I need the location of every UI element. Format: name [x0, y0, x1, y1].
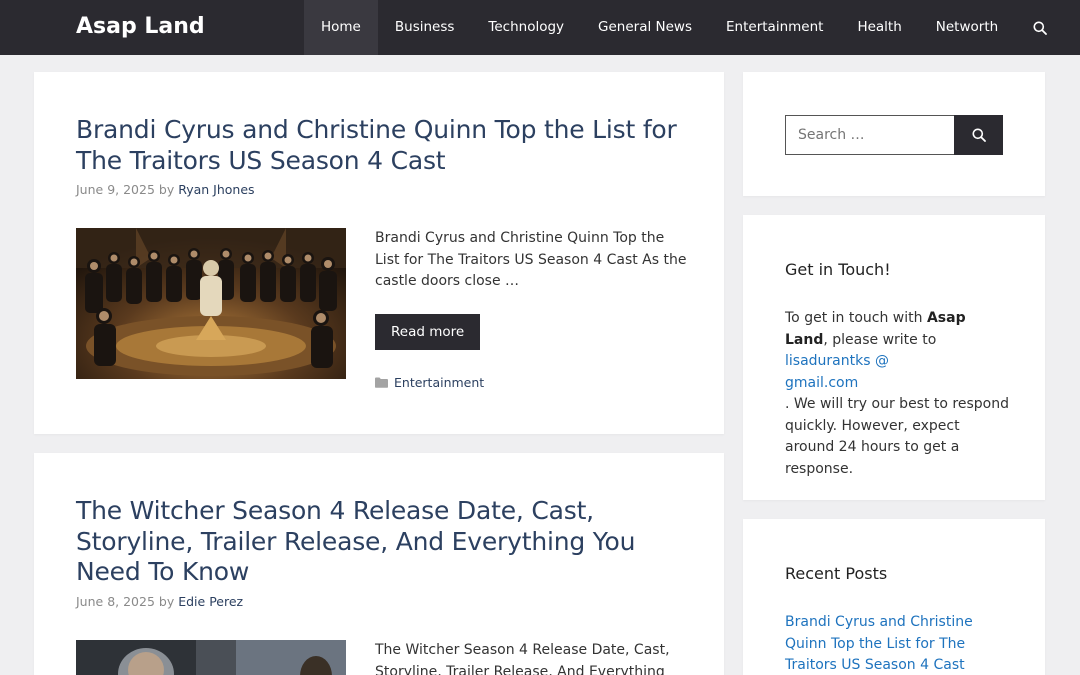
search-form [785, 115, 1003, 155]
post-card: Brandi Cyrus and Christine Quinn Top the… [34, 72, 724, 434]
nav-item-networth[interactable]: Networth [919, 0, 1015, 55]
contact-email-link[interactable]: lisadurantks @ gmail.com [785, 353, 889, 391]
contact-text: To get in touch with Asap Land, please w… [785, 308, 1010, 480]
recent-posts-widget: Recent Posts Brandi Cyrus and Christine … [743, 519, 1045, 675]
post-title-line: Need To Know [76, 557, 250, 586]
post-by: by [158, 594, 175, 609]
post-excerpt: The Witcher Season 4 Release Date, Cast,… [375, 642, 670, 675]
folder-icon [375, 377, 388, 388]
nav-item-home[interactable]: Home [304, 0, 378, 55]
recent-post-link[interactable]: Brandi Cyrus and Christine Quinn Top the… [785, 612, 990, 675]
nav-search-button[interactable] [1015, 0, 1065, 55]
nav-item-general-news[interactable]: General News [581, 0, 709, 55]
email-line: gmail.com [785, 374, 859, 391]
post-thumbnail[interactable] [76, 228, 346, 379]
contact-widget: Get in Touch! To get in touch with Asap … [743, 215, 1045, 500]
email-line: lisadurantks @ [785, 353, 889, 369]
post-date[interactable]: June 8, 2025 [76, 594, 155, 609]
post-author[interactable]: Ryan Jhones [178, 182, 254, 197]
contact-text-part: To get in touch with [785, 310, 927, 326]
post-author[interactable]: Edie Perez [178, 594, 243, 609]
widget-title: Recent Posts [785, 564, 888, 583]
post-by: by [158, 182, 175, 197]
post-card: The Witcher Season 4 Release Date, Cast,… [34, 453, 724, 675]
site-title[interactable]: Asap Land [76, 12, 205, 42]
post-title-line: The Traitors US Season 4 Cast [76, 145, 446, 175]
site-header: Asap Land Home Business Technology Gener… [0, 0, 1080, 55]
post-date[interactable]: June 9, 2025 [76, 182, 155, 197]
search-icon [1033, 21, 1048, 35]
search-input[interactable] [785, 115, 954, 155]
post-title[interactable]: Brandi Cyrus and Christine Quinn Top the… [76, 115, 677, 176]
post-title[interactable]: The Witcher Season 4 Release Date, Cast,… [76, 496, 635, 588]
main-navigation: Home Business Technology General News En… [304, 0, 1065, 55]
nav-item-technology[interactable]: Technology [471, 0, 581, 55]
post-meta: June 9, 2025 by Ryan Jhones [76, 182, 255, 198]
nav-item-health[interactable]: Health [840, 0, 918, 55]
read-more-button[interactable]: Read more [375, 314, 481, 350]
post-meta: June 8, 2025 by Edie Perez [76, 594, 243, 610]
post-categories: Entertainment [375, 375, 484, 390]
post-thumbnail[interactable] [76, 640, 346, 675]
search-widget [743, 72, 1045, 196]
post-title-line: Brandi Cyrus and Christine Quinn Top the… [76, 115, 677, 144]
contact-text-part: , please write to [823, 331, 937, 348]
recent-posts-list: Brandi Cyrus and Christine Quinn Top the… [785, 612, 990, 675]
nav-item-business[interactable]: Business [378, 0, 472, 55]
contact-text-part: . We will try our best to respond quickl… [785, 396, 1009, 477]
category-link-entertainment[interactable]: Entertainment [394, 375, 484, 390]
post-title-line: Storyline, Trailer Release, And Everythi… [76, 526, 636, 556]
search-icon [972, 128, 986, 142]
search-submit-button[interactable] [954, 115, 1003, 155]
post-excerpt: Brandi Cyrus and Christine Quinn Top the… [375, 230, 687, 289]
post-title-line: The Witcher Season 4 Release Date, Cast, [76, 496, 594, 525]
widget-title: Get in Touch! [785, 260, 891, 279]
nav-item-entertainment[interactable]: Entertainment [709, 0, 840, 55]
